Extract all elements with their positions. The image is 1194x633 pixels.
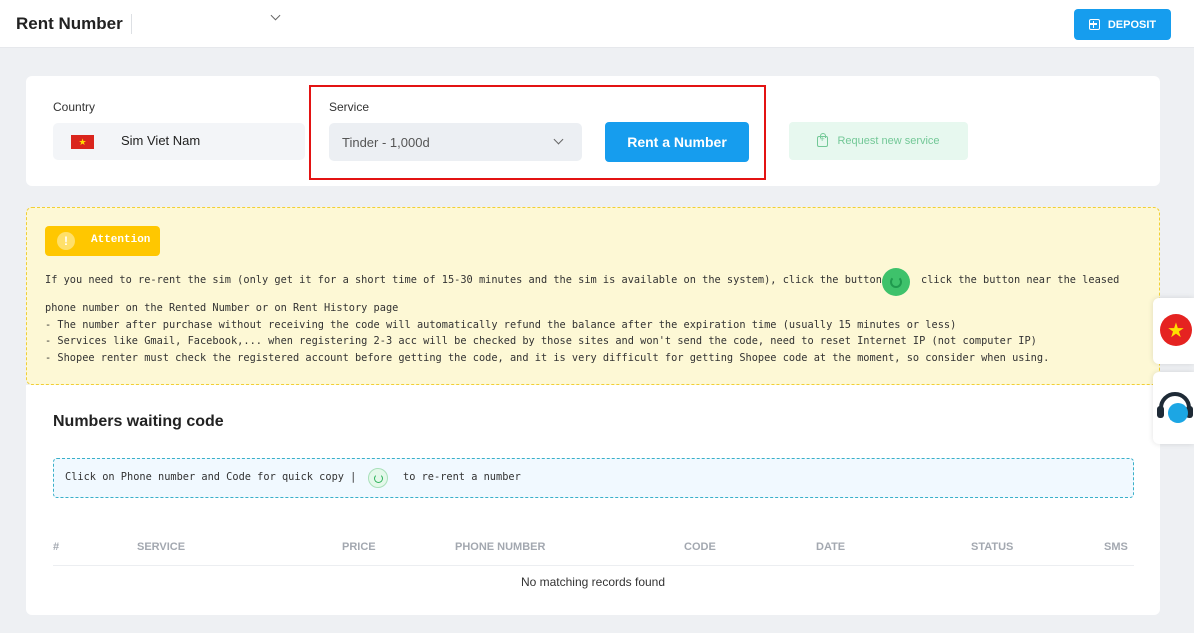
info-text-before: Click on Phone number and Code for quick… [65, 471, 357, 483]
rerent-icon [882, 268, 910, 296]
attention-badge: ! Attention [45, 226, 160, 256]
deposit-button[interactable]: DEPOSIT [1074, 9, 1171, 40]
highlight-annotation [309, 85, 766, 180]
column-header-code[interactable]: CODE [684, 541, 716, 553]
country-label: Country [53, 100, 96, 114]
shopping-bag-icon [817, 132, 829, 147]
info-text-after: to re-rent a number [403, 471, 521, 483]
country-value: Sim Viet Nam [121, 133, 201, 148]
attention-line-3: - The number after purchase without rece… [45, 319, 957, 331]
support-widget[interactable] [1153, 372, 1194, 444]
rerent-icon [368, 468, 388, 488]
column-header-index[interactable]: # [53, 541, 59, 553]
vietnam-flag-icon: ★ [71, 135, 94, 149]
table-divider [53, 565, 1134, 566]
language-flag-icon: ★ [1160, 314, 1192, 346]
plus-square-icon [1088, 19, 1100, 30]
attention-title: Attention [91, 234, 151, 246]
column-header-phone[interactable]: PHONE NUMBER [455, 541, 545, 553]
attention-line-2: phone number on the Rented Number or on … [45, 302, 399, 314]
request-service-button[interactable]: Request new service [789, 122, 968, 160]
info-box: Click on Phone number and Code for quick… [53, 458, 1134, 498]
column-header-status[interactable]: STATUS [971, 541, 1013, 553]
support-headset-icon [1157, 392, 1193, 423]
attention-line-1b: click the button near the leased [921, 274, 1120, 286]
column-header-date[interactable]: DATE [816, 541, 845, 553]
warning-icon: ! [57, 232, 75, 250]
column-header-service[interactable]: SERVICE [137, 541, 185, 553]
deposit-label: DEPOSIT [1107, 18, 1157, 31]
column-header-price[interactable]: PRICE [342, 541, 376, 553]
section-title: Numbers waiting code [53, 413, 224, 430]
column-header-sms[interactable]: SMS [1104, 541, 1128, 553]
attention-line-5: - Shopee renter must check the registere… [45, 352, 1050, 364]
request-service-label: Request new service [837, 135, 940, 147]
country-select[interactable]: ★ Sim Viet Nam [53, 10, 305, 160]
top-bar: Rent Number DEPOSIT [0, 0, 1194, 48]
page-title: Rent Number [16, 14, 123, 33]
attention-line-4: - Services like Gmail, Facebook,... when… [45, 335, 1037, 347]
language-widget[interactable]: ★ [1153, 298, 1194, 364]
attention-line-1a: If you need to re-rent the sim (only get… [45, 274, 882, 286]
empty-table-message: No matching records found [520, 575, 666, 589]
title-divider [131, 14, 132, 34]
